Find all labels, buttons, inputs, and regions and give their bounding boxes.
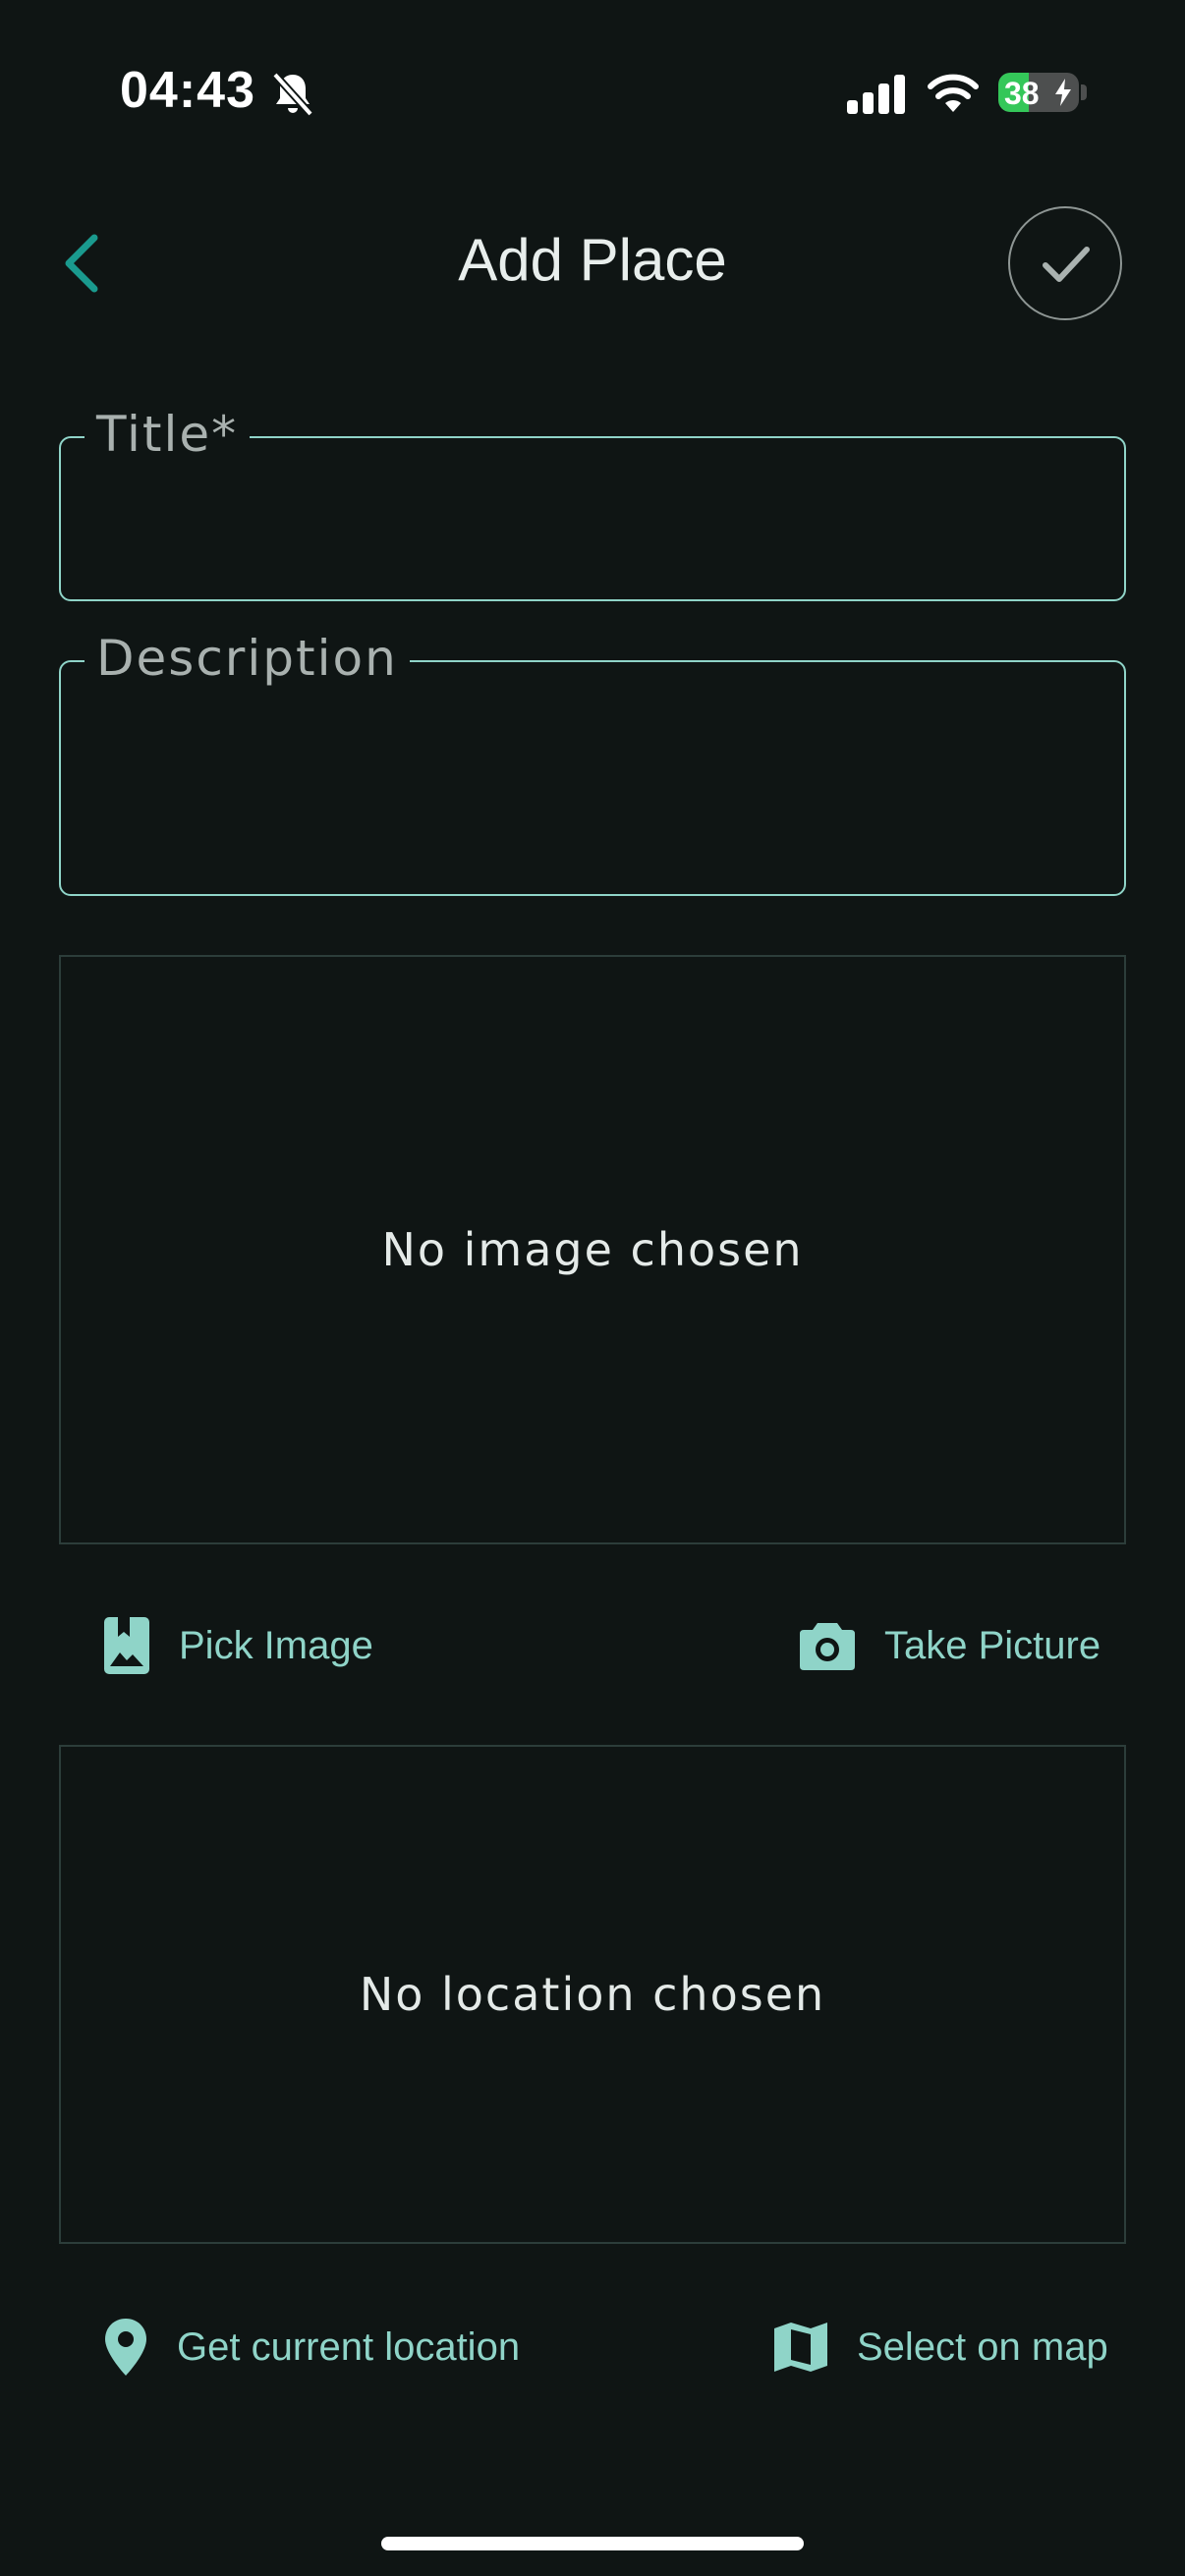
battery-indicator: 38 — [998, 73, 1079, 112]
description-input[interactable] — [96, 721, 1089, 786]
chevron-left-icon — [65, 234, 98, 293]
title-input[interactable] — [96, 497, 1089, 562]
select-on-map-label: Select on map — [857, 2324, 1108, 2369]
pick-image-label: Pick Image — [179, 1623, 373, 1667]
image-placeholder-text: No image chosen — [381, 1223, 804, 1276]
take-picture-label: Take Picture — [884, 1623, 1101, 1667]
cellular-signal-icon — [847, 75, 905, 114]
pick-image-button[interactable]: Pick Image — [102, 1601, 373, 1690]
wifi-icon — [928, 74, 979, 112]
status-time: 04:43 — [120, 62, 255, 119]
description-field[interactable]: Description — [59, 627, 1126, 896]
page-title: Add Place — [458, 227, 727, 293]
location-pin-icon — [105, 2319, 146, 2376]
get-current-location-label: Get current location — [177, 2324, 521, 2369]
home-indicator — [381, 2537, 804, 2550]
image-preview: No image chosen — [59, 955, 1126, 1544]
charging-bolt-icon — [1055, 79, 1071, 106]
description-field-label: Description — [85, 627, 410, 690]
location-placeholder-text: No location chosen — [359, 1968, 826, 2021]
checkmark-icon — [1043, 247, 1090, 282]
save-button[interactable] — [1008, 206, 1122, 320]
back-button[interactable] — [53, 224, 114, 303]
select-on-map-button[interactable]: Select on map — [772, 2303, 1108, 2391]
get-current-location-button[interactable]: Get current location — [102, 2303, 520, 2391]
battery-nub — [1081, 84, 1087, 100]
location-preview: No location chosen — [59, 1745, 1126, 2244]
title-field[interactable]: Title* — [59, 403, 1126, 601]
title-field-label: Title* — [85, 403, 251, 466]
battery-level: 38 — [1004, 76, 1040, 111]
camera-icon — [800, 1623, 855, 1670]
image-bookmark-icon — [104, 1617, 149, 1674]
take-picture-button[interactable]: Take Picture — [798, 1601, 1100, 1690]
bell-slash-icon — [272, 72, 313, 117]
map-icon — [774, 2323, 827, 2372]
